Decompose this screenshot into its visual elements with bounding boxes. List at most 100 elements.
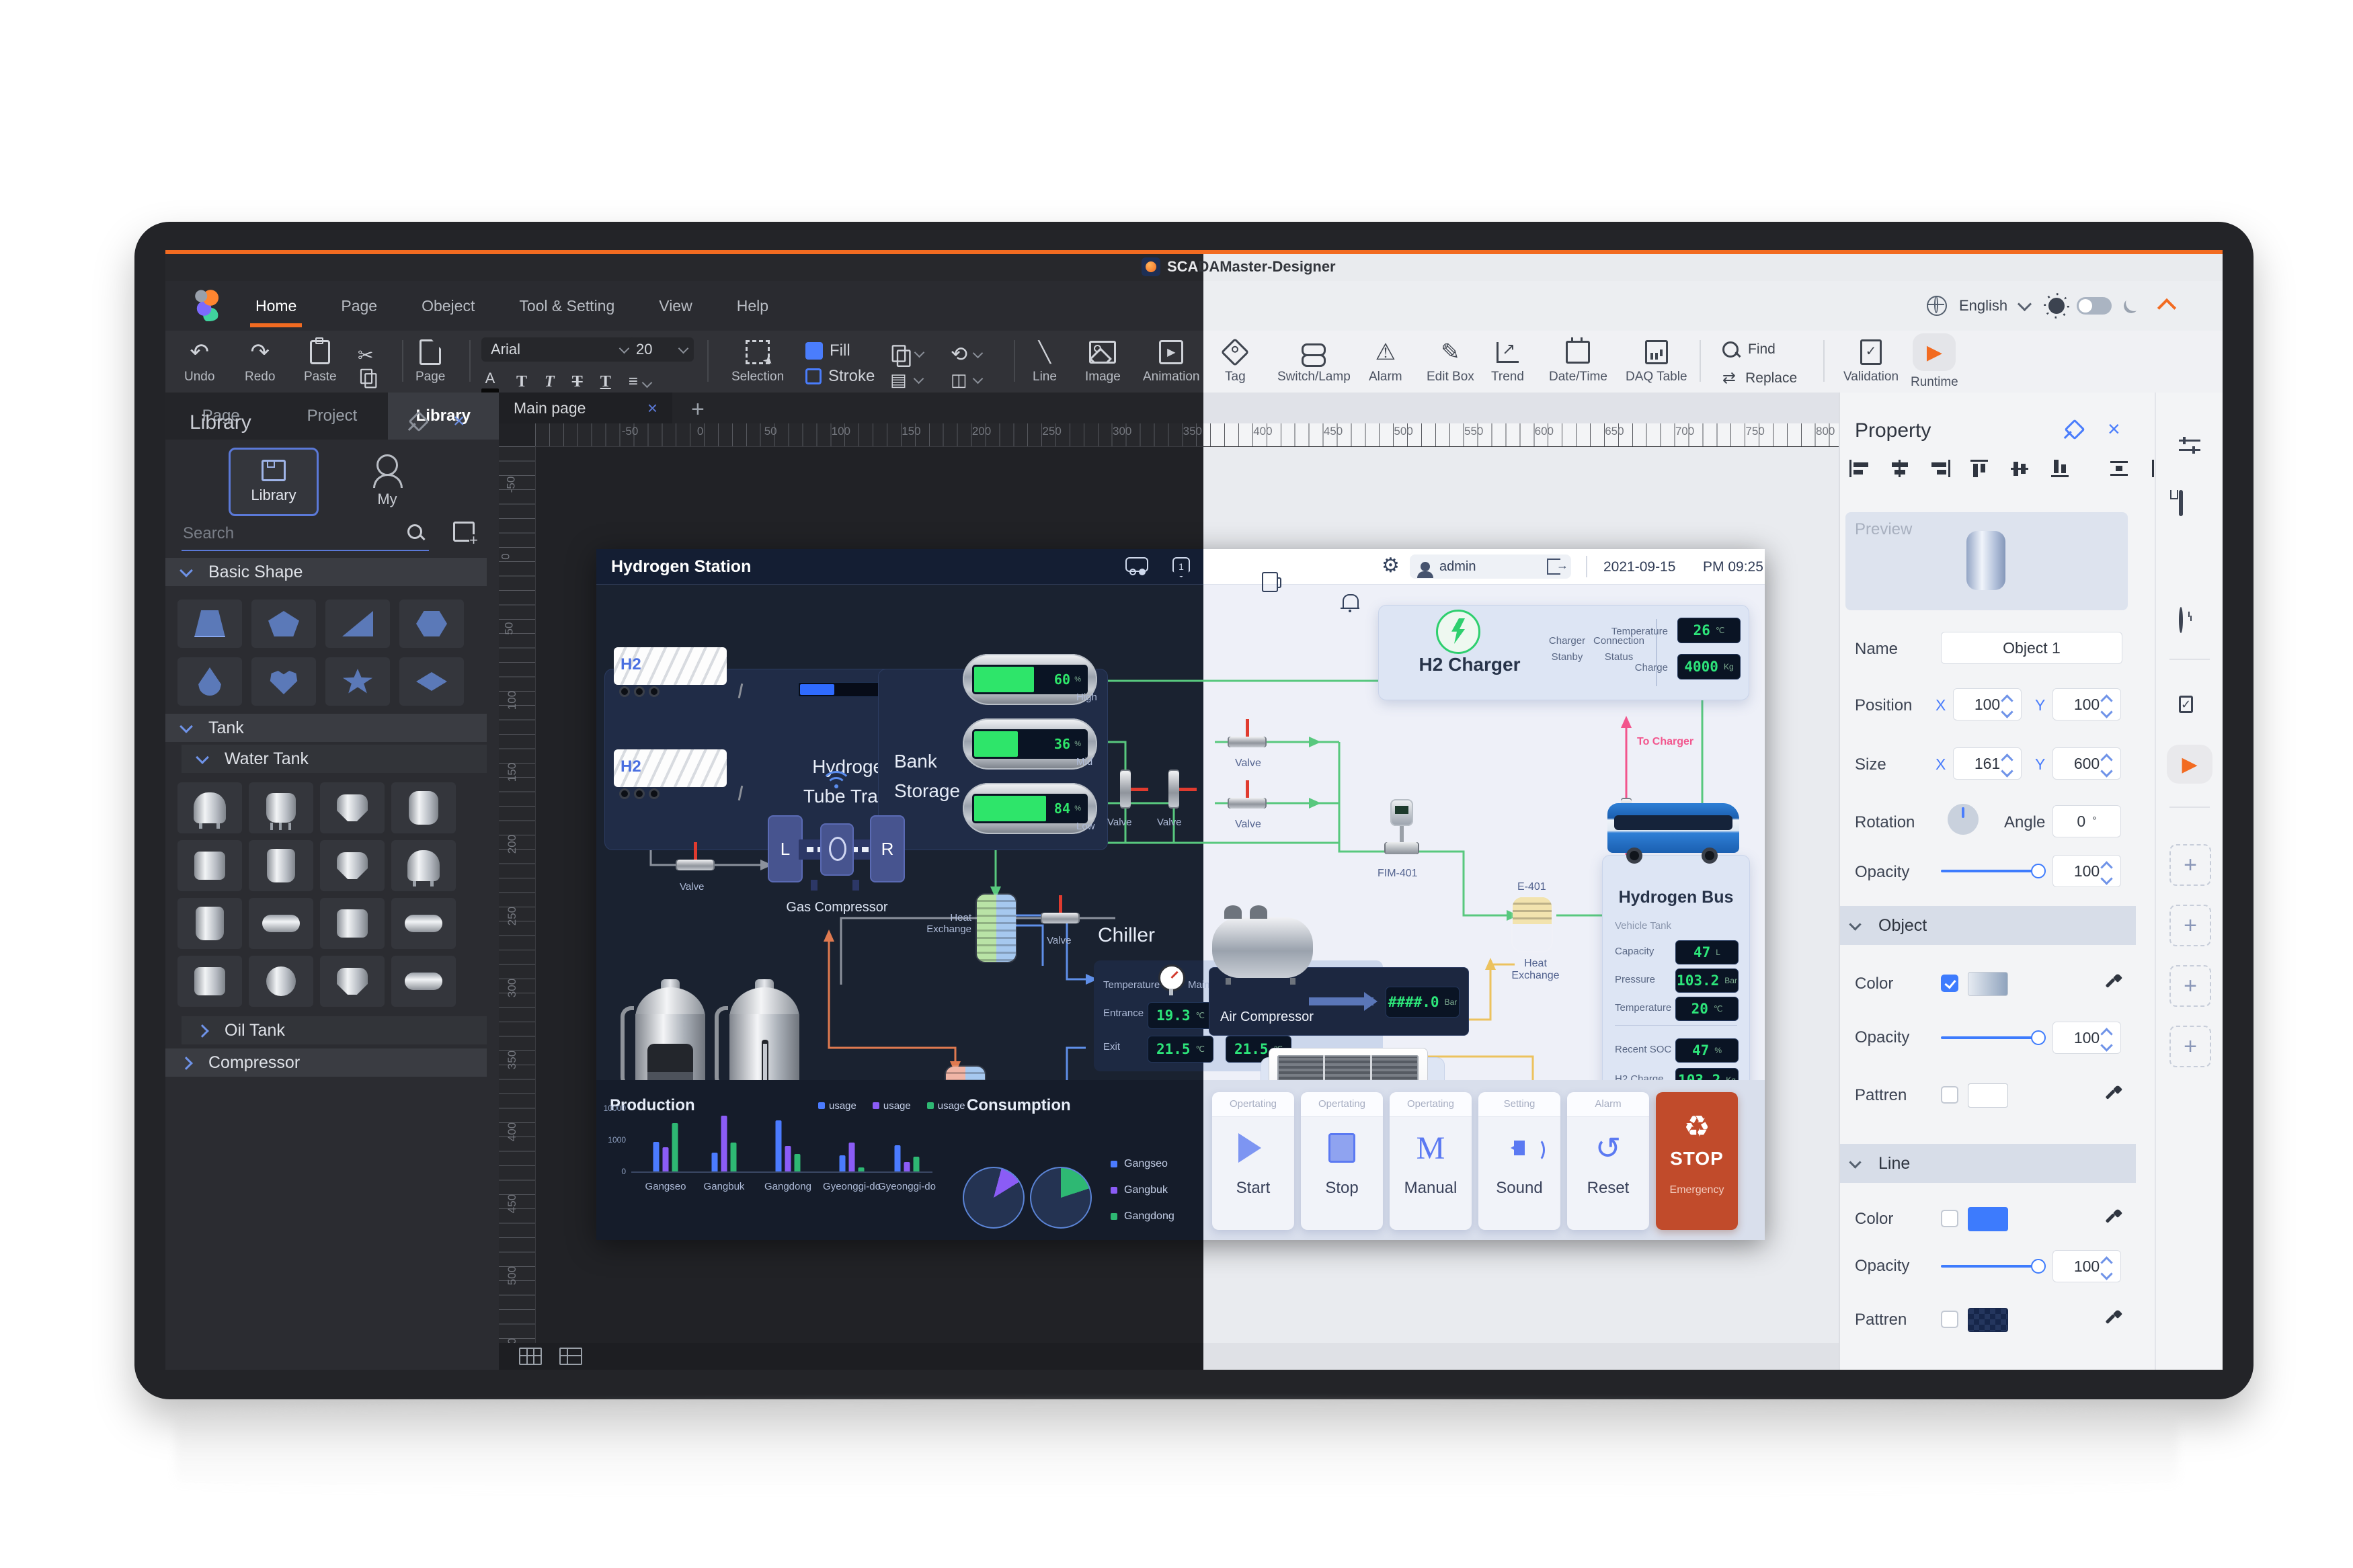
tank-item[interactable] bbox=[320, 840, 385, 891]
underline-button[interactable]: T bbox=[600, 373, 611, 391]
reset-button[interactable]: Alarm↺Reset bbox=[1567, 1092, 1649, 1230]
bottom-tab[interactable]: Library bbox=[388, 393, 499, 440]
italic-button[interactable]: T bbox=[545, 373, 555, 391]
tank-item[interactable] bbox=[320, 782, 385, 833]
tag-tool[interactable]: Tag bbox=[1225, 339, 1246, 384]
shape-item[interactable] bbox=[325, 657, 390, 706]
section-oil-tank[interactable]: Oil Tank bbox=[182, 1016, 487, 1044]
collapse-ribbon-chevron[interactable] bbox=[2157, 298, 2176, 317]
position-x-stepper[interactable] bbox=[2003, 696, 2011, 716]
history-clock-icon[interactable] bbox=[2179, 609, 2183, 632]
doc-check-icon[interactable]: ✓ bbox=[2179, 691, 2193, 714]
stop-button[interactable]: OpertatingStop bbox=[1301, 1092, 1383, 1230]
shape-item[interactable] bbox=[399, 600, 464, 648]
bookmark-page-icon[interactable] bbox=[2179, 492, 2183, 515]
line-tool[interactable]: ╲Line bbox=[1033, 339, 1057, 384]
tank-item[interactable] bbox=[177, 840, 242, 891]
angle-input[interactable]: 0° bbox=[2052, 805, 2121, 837]
section-water-tank[interactable]: Water Tank bbox=[182, 745, 487, 773]
gas-compressor[interactable]: L R bbox=[768, 810, 902, 889]
object-section-header[interactable]: Object bbox=[1840, 906, 2136, 945]
menu-item[interactable]: Home bbox=[253, 297, 299, 315]
start-button[interactable]: OpertatingStart bbox=[1212, 1092, 1294, 1230]
language-select[interactable]: English bbox=[1959, 297, 2007, 315]
undo-button[interactable]: ↶Undo bbox=[184, 339, 214, 384]
strikethrough-button[interactable]: T bbox=[572, 373, 583, 391]
datetime-tool[interactable]: Date/Time bbox=[1549, 339, 1607, 384]
menu-item[interactable]: View bbox=[656, 297, 694, 315]
tank-item[interactable] bbox=[320, 898, 385, 949]
bold-button[interactable]: T bbox=[516, 373, 527, 391]
add-panel-button[interactable]: + bbox=[2169, 905, 2211, 946]
language-chevron-icon[interactable] bbox=[2018, 296, 2032, 311]
station-icon[interactable]: 1 bbox=[1172, 557, 1190, 577]
pin-icon[interactable] bbox=[2064, 419, 2085, 440]
object-color-checkbox[interactable] bbox=[1941, 975, 1958, 992]
valve-vertical[interactable] bbox=[1120, 771, 1131, 807]
tank-item[interactable] bbox=[249, 898, 313, 949]
valve-vertical[interactable] bbox=[1168, 771, 1179, 807]
tank-item[interactable] bbox=[320, 956, 385, 1007]
shape-item[interactable] bbox=[177, 657, 242, 706]
selection-tool[interactable]: Selection bbox=[731, 339, 784, 384]
rotation-knob[interactable] bbox=[1948, 804, 1979, 835]
bottom-tab[interactable]: Project bbox=[276, 393, 387, 440]
my-tab[interactable]: My bbox=[347, 454, 428, 515]
find-button[interactable]: Find bbox=[1722, 341, 1776, 358]
shape-item[interactable] bbox=[251, 657, 316, 706]
paste-button[interactable]: Paste bbox=[304, 339, 337, 384]
section-basic-shape[interactable]: Basic Shape bbox=[165, 558, 487, 586]
menu-item[interactable]: Obeject bbox=[419, 297, 477, 315]
align-top-icon[interactable] bbox=[1970, 460, 1991, 477]
menu-item[interactable]: Help bbox=[734, 297, 771, 315]
replace-button[interactable]: ⇄Replace bbox=[1722, 368, 1797, 388]
switch-lamp-tool[interactable]: Switch/Lamp bbox=[1277, 339, 1351, 384]
tank-item[interactable] bbox=[177, 898, 242, 949]
line-pattern-checkbox[interactable] bbox=[1941, 1311, 1958, 1328]
align-center-h-icon[interactable] bbox=[1890, 460, 1910, 477]
trend-tool[interactable]: Trend bbox=[1491, 339, 1524, 384]
charger-icon[interactable] bbox=[1262, 572, 1278, 592]
section-tank[interactable]: Tank bbox=[165, 714, 487, 742]
object-color-swatch[interactable] bbox=[1968, 972, 2008, 996]
rotate-button[interactable]: ⟲ bbox=[951, 343, 982, 366]
image-tool[interactable]: Image bbox=[1085, 339, 1121, 384]
layout-view-icon[interactable] bbox=[559, 1348, 582, 1365]
runtime-button[interactable]: ▶Runtime bbox=[1911, 333, 1958, 390]
tank-item[interactable] bbox=[391, 840, 456, 891]
scada-artboard[interactable]: Hydrogen Station 1 ⚙ admin 2021-09-15 bbox=[596, 549, 1765, 1240]
copy-button[interactable] bbox=[358, 366, 375, 387]
close-icon[interactable]: × bbox=[2108, 417, 2120, 442]
menu-item[interactable]: Tool & Setting bbox=[516, 297, 617, 315]
line-section-header[interactable]: Line bbox=[1840, 1144, 2136, 1183]
library-tab[interactable]: Library bbox=[229, 448, 319, 516]
distribute-button[interactable]: ◫ bbox=[951, 370, 982, 390]
align-text-button[interactable]: ≡ bbox=[629, 372, 651, 391]
logout-icon[interactable] bbox=[1547, 559, 1560, 575]
runtime-quick-play-button[interactable]: ▶ bbox=[2167, 745, 2212, 784]
opacity-slider[interactable] bbox=[1941, 870, 2039, 872]
validation-button[interactable]: ✓Validation bbox=[1843, 339, 1899, 384]
sound-button[interactable]: SettingSound bbox=[1478, 1092, 1560, 1230]
tank-item[interactable] bbox=[391, 956, 456, 1007]
shape-item[interactable] bbox=[325, 600, 390, 648]
cut-button[interactable]: ✂ bbox=[358, 341, 373, 368]
eyedropper-icon[interactable] bbox=[2104, 975, 2121, 992]
font-color-button[interactable]: A bbox=[481, 370, 499, 394]
add-panel-button[interactable]: + bbox=[2169, 844, 2211, 886]
line-pattern-swatch[interactable] bbox=[1968, 1308, 2008, 1332]
add-library-icon[interactable] bbox=[453, 522, 475, 542]
arrange-button[interactable] bbox=[890, 343, 923, 364]
search-icon[interactable] bbox=[407, 524, 422, 539]
valve[interactable] bbox=[1229, 737, 1265, 747]
object-pattern-swatch[interactable] bbox=[1968, 1083, 2008, 1108]
grid-view-icon[interactable] bbox=[519, 1348, 542, 1365]
section-compressor[interactable]: Compressor bbox=[165, 1048, 487, 1077]
fill-button[interactable]: Fill bbox=[805, 341, 850, 360]
tank-item[interactable] bbox=[177, 956, 242, 1007]
emergency-stop-button[interactable]: ♻ STOP Emergency bbox=[1656, 1092, 1738, 1230]
valve[interactable] bbox=[1042, 913, 1078, 923]
valve[interactable] bbox=[677, 860, 713, 870]
trailer-icon[interactable] bbox=[1125, 557, 1148, 572]
valve[interactable] bbox=[1229, 798, 1265, 809]
